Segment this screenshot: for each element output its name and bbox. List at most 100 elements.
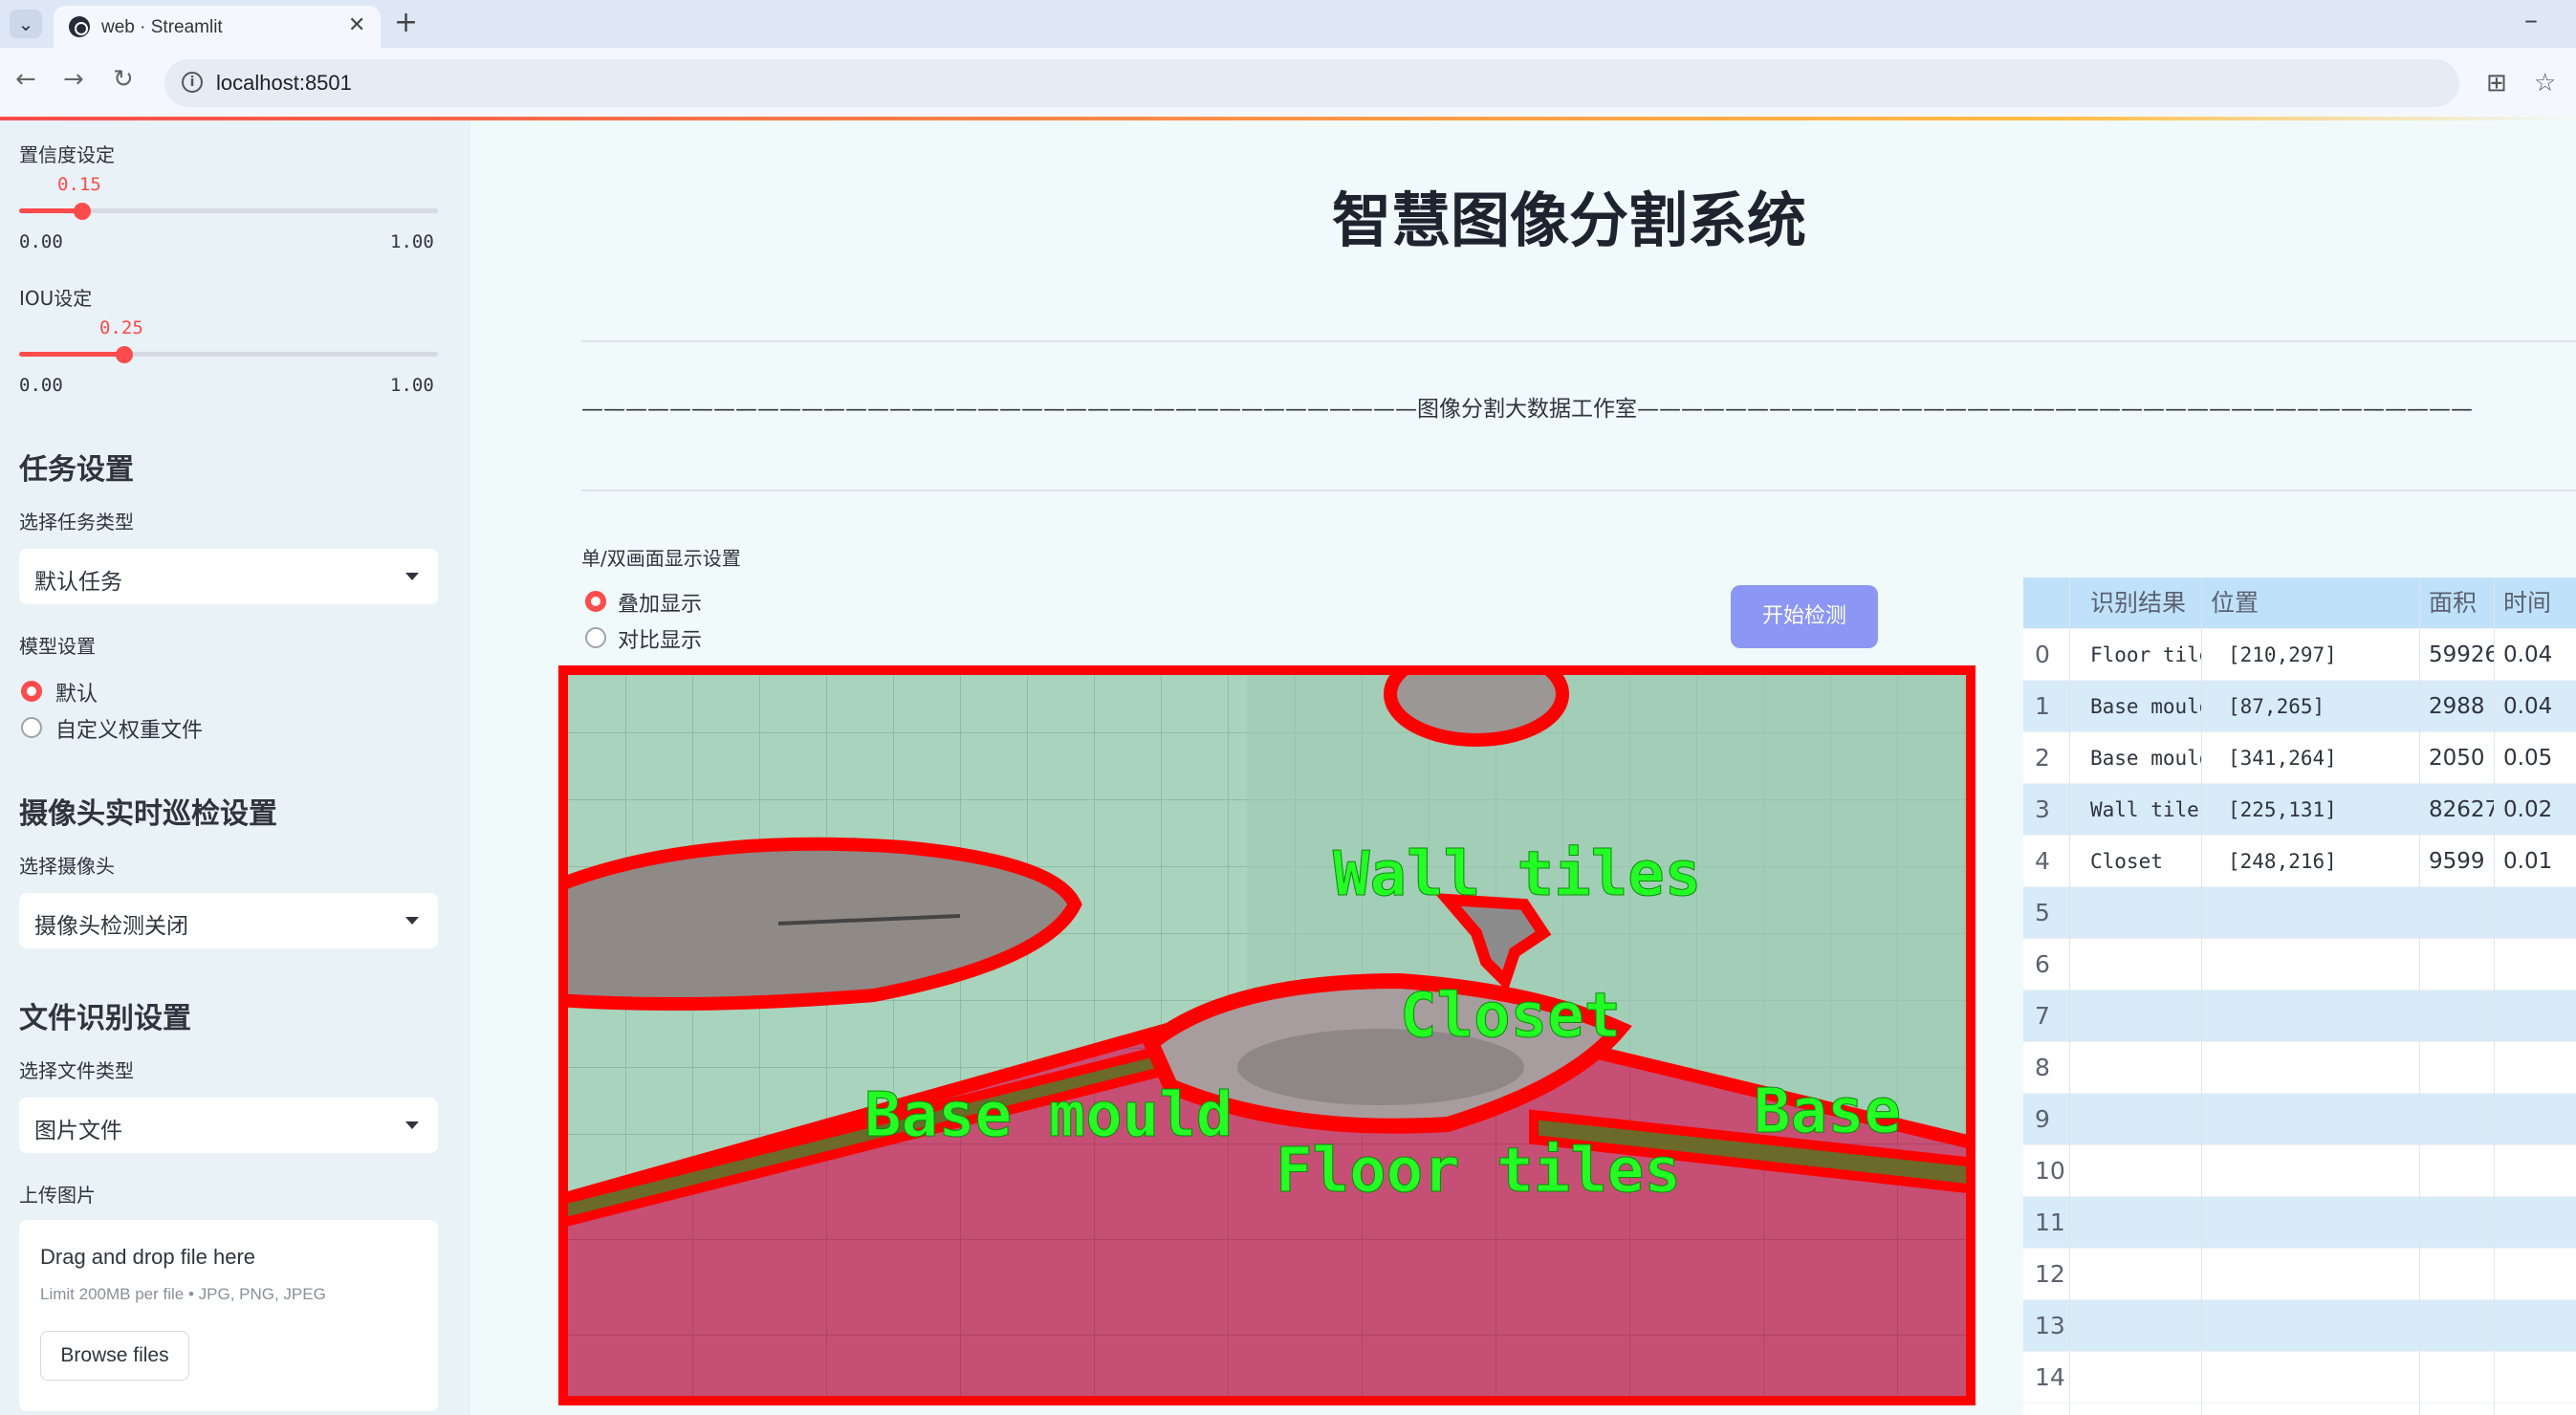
back-icon[interactable]: ←	[15, 65, 36, 94]
display-option-compare: 对比显示	[618, 629, 703, 653]
info-icon[interactable]: i	[182, 72, 203, 93]
divider	[581, 340, 2576, 342]
cell-area: 2988	[2429, 694, 2485, 719]
column-divider	[2419, 577, 2420, 1415]
segmentation-result-image: Wall tiles Closet Base mould Base Floor …	[558, 665, 1976, 1405]
cell-time: 0.04	[2503, 642, 2553, 667]
cell-time	[2494, 1042, 2576, 1094]
row-index: 7	[2035, 1002, 2050, 1030]
cell-position: [248,216]	[2228, 850, 2337, 873]
task-type-select[interactable]: 默认任务	[19, 549, 438, 604]
row-index: 11	[2035, 1208, 2065, 1236]
row-index: 10	[2035, 1157, 2065, 1185]
confidence-slider-thumb[interactable]	[73, 203, 91, 220]
cell-area	[2419, 1094, 2494, 1145]
cell-label	[2069, 939, 2201, 990]
row-index: 3	[2035, 795, 2050, 823]
url-field[interactable]: i localhost:8501	[164, 59, 2459, 107]
cell-position	[2201, 1300, 2419, 1352]
cell-position	[2201, 990, 2419, 1042]
column-header-area[interactable]: 面积	[2419, 577, 2494, 629]
minimize-icon[interactable]: –	[2524, 4, 2538, 35]
cell-position	[2201, 1197, 2419, 1249]
confidence-max: 1.00	[390, 231, 434, 252]
cell-position	[2201, 1145, 2419, 1197]
cell-area: 9599	[2429, 849, 2485, 874]
column-divider	[2201, 577, 2202, 1415]
detection-label-wall-tiles: Wall tiles	[1333, 839, 1701, 910]
plus-icon[interactable]: +	[394, 6, 418, 39]
results-table: 识别结果 位置 面积 时间 0 Floor tiles [210,297] 59926…	[2023, 577, 2576, 1415]
cell-area: 82627	[2429, 797, 2494, 822]
cell-position: [87,265]	[2228, 695, 2325, 718]
detection-label-base: Base	[1754, 1077, 1901, 1147]
row-index: 12	[2035, 1260, 2065, 1288]
iou-slider-fill	[19, 352, 124, 357]
row-index: 1	[2035, 692, 2050, 720]
cell-position	[2201, 939, 2419, 990]
display-mode-label: 单/双画面显示设置	[581, 547, 741, 570]
cell-time	[2494, 1145, 2576, 1197]
cell-area: 2050	[2429, 746, 2485, 771]
cell-time: 0.05	[2503, 746, 2553, 771]
confidence-slider-fill	[19, 208, 82, 213]
cell-label	[2069, 1197, 2201, 1249]
cell-position	[2201, 1249, 2419, 1300]
iou-slider-thumb[interactable]	[115, 346, 133, 363]
column-header-time[interactable]: 时间	[2494, 577, 2576, 629]
reload-icon[interactable]: ↻	[113, 65, 134, 94]
translate-icon[interactable]: ⊞	[2486, 69, 2507, 98]
model-option-custom: 自定义权重文件	[55, 719, 204, 743]
cell-area	[2419, 1352, 2494, 1404]
browser-tab-bar: ⌄ web · Streamlit ✕ + –	[0, 0, 2576, 48]
browse-files-button[interactable]: Browse files	[40, 1331, 189, 1381]
dropzone-text: Drag and drop file here	[40, 1245, 256, 1269]
cell-time	[2494, 1197, 2576, 1249]
detection-label-base-mould: Base mould	[864, 1080, 1233, 1151]
cell-label	[2069, 990, 2201, 1042]
display-radio-compare[interactable]	[585, 627, 606, 648]
camera-select[interactable]: 摄像头检测关闭	[19, 893, 438, 948]
iou-slider[interactable]	[19, 352, 438, 357]
iou-min: 0.00	[19, 375, 63, 396]
cell-time: 0.02	[2503, 797, 2553, 822]
cell-label: Wall tiles	[2090, 798, 2201, 821]
model-radio-default[interactable]	[21, 681, 42, 702]
cell-time	[2494, 887, 2576, 939]
forward-icon[interactable]: →	[63, 65, 84, 94]
cell-time	[2494, 1352, 2576, 1404]
column-header-label[interactable]: 识别结果	[2069, 577, 2201, 629]
cell-time: 0.01	[2503, 849, 2553, 874]
cell-area	[2419, 887, 2494, 939]
cell-position: [210,297]	[2228, 643, 2337, 666]
dropzone-limit: Limit 200MB per file • JPG, PNG, JPEG	[40, 1285, 326, 1303]
browser-tab[interactable]: web · Streamlit ✕	[54, 6, 381, 48]
display-radio-overlay[interactable]	[585, 591, 606, 612]
chevron-down-icon	[405, 1121, 419, 1129]
close-icon[interactable]: ✕	[348, 13, 365, 37]
file-type-value: 图片文件	[34, 1119, 122, 1143]
tab-title: web · Streamlit	[101, 17, 223, 37]
start-detection-button[interactable]: 开始检测	[1731, 585, 1878, 648]
cell-label	[2069, 887, 2201, 939]
file-dropzone[interactable]: Drag and drop file here Limit 200MB per …	[19, 1220, 438, 1411]
file-type-select[interactable]: 图片文件	[19, 1098, 438, 1153]
cell-label: Floor tiles	[2090, 643, 2201, 666]
star-icon[interactable]: ☆	[2534, 69, 2556, 98]
cell-label: Closet	[2090, 850, 2163, 873]
row-index: 8	[2035, 1054, 2050, 1081]
model-radio-custom[interactable]	[21, 717, 42, 738]
cell-label	[2069, 1300, 2201, 1352]
column-header-position[interactable]: 位置	[2201, 577, 2419, 629]
streamlit-favicon-icon	[69, 16, 90, 37]
cell-label: Base mould	[2090, 747, 2201, 770]
detection-label-closet: Closet	[1400, 981, 1621, 1052]
page-title: 智慧图像分割系统	[1332, 185, 1807, 255]
cell-time	[2494, 990, 2576, 1042]
tab-dropdown-icon[interactable]: ⌄	[10, 10, 42, 38]
row-index: 5	[2035, 899, 2050, 926]
cell-area	[2419, 1145, 2494, 1197]
cell-area	[2419, 1249, 2494, 1300]
cell-time	[2494, 1300, 2576, 1352]
cell-position	[2201, 887, 2419, 939]
